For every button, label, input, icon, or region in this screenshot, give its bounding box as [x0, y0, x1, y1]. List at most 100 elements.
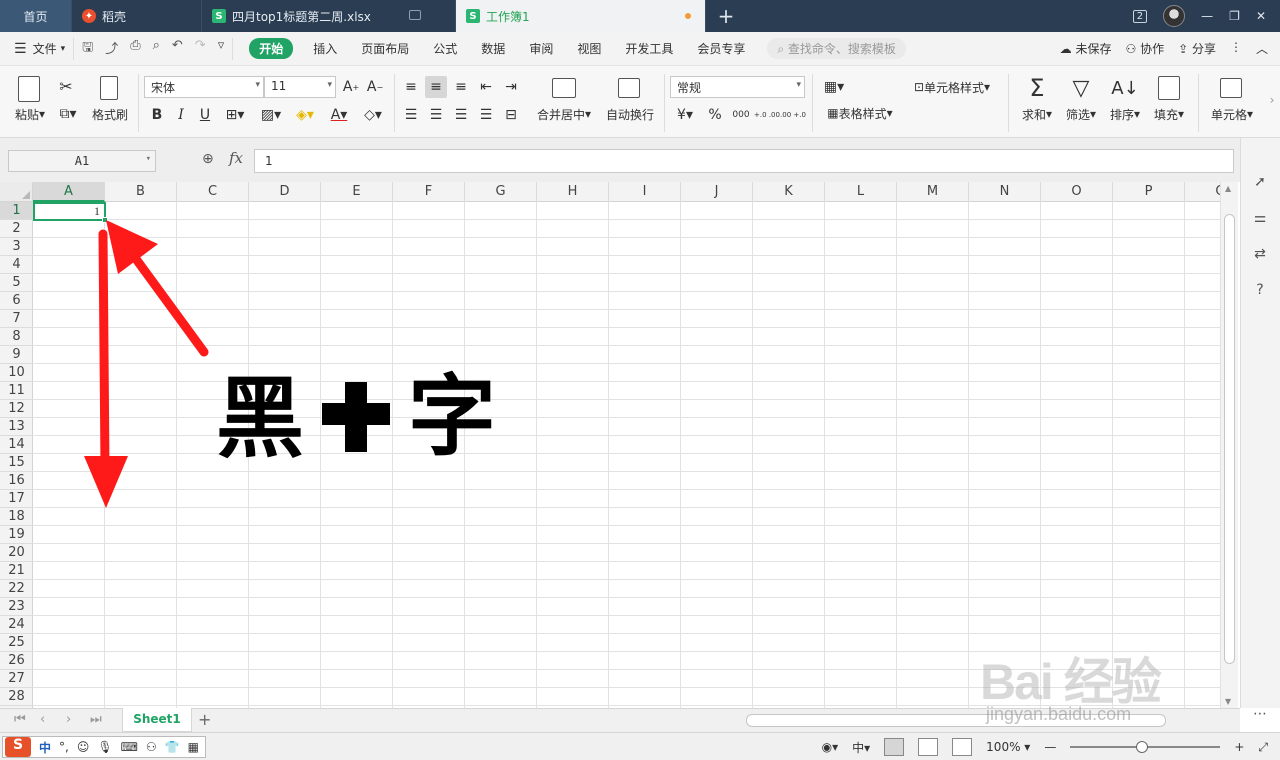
more-options-icon[interactable]: ⋯: [1250, 704, 1270, 724]
column-header-f[interactable]: F: [393, 182, 465, 202]
align-center-icon[interactable]: ☰: [425, 104, 447, 126]
prev-sheet-icon[interactable]: ‹: [40, 712, 45, 727]
align-bottom-icon[interactable]: ≡: [450, 76, 472, 98]
user-group-icon[interactable]: ⚇: [146, 740, 157, 754]
filter-button[interactable]: 筛选 ▾: [1060, 106, 1102, 122]
sheet-tab-sheet1[interactable]: Sheet1: [122, 708, 192, 732]
merge-center-icon[interactable]: [552, 78, 576, 98]
zoom-formula-icon[interactable]: ⊕: [202, 151, 214, 167]
decrease-indent-icon[interactable]: ⇤: [475, 76, 497, 98]
table-style-button[interactable]: ▦ 表格样式 ▾: [818, 104, 902, 122]
scroll-up-icon[interactable]: ▲: [1225, 184, 1231, 193]
hamburger-icon[interactable]: ☰: [14, 41, 27, 57]
column-header-i[interactable]: I: [609, 182, 681, 202]
row-header-4[interactable]: 4: [0, 256, 33, 274]
wrap-text-button[interactable]: 自动换行: [600, 106, 660, 122]
bold-button[interactable]: B: [146, 104, 168, 126]
row-header-10[interactable]: 10: [0, 364, 33, 382]
row-header-25[interactable]: 25: [0, 634, 33, 652]
fill-color-icon[interactable]: ◈▾: [290, 104, 320, 126]
sum-icon[interactable]: Σ: [1024, 74, 1050, 102]
minimize-icon[interactable]: —: [1201, 9, 1213, 23]
font-color-icon[interactable]: A▾: [324, 104, 354, 126]
format-painter-icon[interactable]: [100, 76, 118, 100]
row-header-14[interactable]: 14: [0, 436, 33, 454]
redo-icon[interactable]: ↷: [195, 38, 206, 60]
row-header-15[interactable]: 15: [0, 454, 33, 472]
column-header-k[interactable]: K: [753, 182, 825, 202]
row-header-27[interactable]: 27: [0, 670, 33, 688]
menu-view[interactable]: 视图: [565, 40, 613, 57]
column-header-l[interactable]: L: [825, 182, 897, 202]
row-header-16[interactable]: 16: [0, 472, 33, 490]
clear-format-icon[interactable]: ◇▾: [358, 104, 388, 126]
menu-start[interactable]: 开始: [249, 38, 294, 59]
menu-data[interactable]: 数据: [469, 40, 517, 57]
row-header-18[interactable]: 18: [0, 508, 33, 526]
first-sheet-icon[interactable]: ⏮: [14, 712, 26, 727]
fill-shape-icon[interactable]: ▨▾: [256, 104, 286, 126]
column-header-o[interactable]: O: [1041, 182, 1113, 202]
decrease-decimal-button[interactable]: .00 +.0: [780, 104, 806, 126]
screen-icon[interactable]: [409, 10, 421, 20]
cut-icon[interactable]: ✂: [56, 76, 76, 96]
column-header-p[interactable]: P: [1113, 182, 1185, 202]
close-icon[interactable]: ✕: [1256, 9, 1266, 23]
column-header-b[interactable]: B: [105, 182, 177, 202]
decrease-font-icon[interactable]: A −: [364, 76, 386, 98]
sort-button[interactable]: 排序 ▾: [1104, 106, 1146, 122]
more-icon[interactable]: ⋮: [1230, 40, 1242, 57]
zoom-slider[interactable]: [1070, 741, 1221, 753]
grid-tools-icon[interactable]: ▦: [188, 740, 199, 754]
fill-icon[interactable]: [1158, 76, 1180, 100]
align-left-icon[interactable]: ☰: [400, 104, 422, 126]
column-header-n[interactable]: N: [969, 182, 1041, 202]
paste-button[interactable]: 粘贴 ▾: [10, 106, 50, 122]
increase-font-icon[interactable]: A +: [340, 76, 362, 98]
window-count-badge[interactable]: 2: [1132, 9, 1148, 23]
tab-home[interactable]: 首页: [0, 0, 72, 32]
merge-center-button[interactable]: 合并居中 ▾: [530, 106, 598, 122]
row-header-20[interactable]: 20: [0, 544, 33, 562]
paste-icon[interactable]: [18, 76, 40, 102]
fullscreen-icon[interactable]: ⤢: [1258, 740, 1268, 755]
row-header-8[interactable]: 8: [0, 328, 33, 346]
tab-daoke[interactable]: ✦ 稻壳: [72, 0, 202, 32]
zoom-out-icon[interactable]: —: [1044, 740, 1056, 754]
row-header-23[interactable]: 23: [0, 598, 33, 616]
menu-member[interactable]: 会员专享: [685, 40, 757, 57]
row-header-17[interactable]: 17: [0, 490, 33, 508]
restore-icon[interactable]: ❐: [1229, 9, 1240, 23]
column-header-h[interactable]: H: [537, 182, 609, 202]
vertical-scrollbar[interactable]: ▲ ▼: [1220, 182, 1238, 708]
row-header-22[interactable]: 22: [0, 580, 33, 598]
horizontal-scrollbar[interactable]: [716, 714, 1216, 727]
horizontal-scroll-thumb[interactable]: [746, 714, 1166, 727]
select-all-corner[interactable]: [0, 182, 33, 202]
collab-button[interactable]: ⚇ 协作: [1126, 40, 1165, 57]
row-header-3[interactable]: 3: [0, 238, 33, 256]
row-header-11[interactable]: 11: [0, 382, 33, 400]
insert-function-button[interactable]: fx: [229, 149, 243, 167]
menu-page-layout[interactable]: 页面布局: [349, 40, 421, 57]
add-sheet-button[interactable]: +: [198, 710, 211, 729]
row-header-6[interactable]: 6: [0, 292, 33, 310]
export-icon[interactable]: ⤴: [105, 38, 118, 60]
font-name-select[interactable]: 宋体: [144, 76, 264, 98]
cells-button[interactable]: 单元格 ▾: [1204, 106, 1260, 122]
conditional-format-icon[interactable]: ▦▾: [820, 76, 848, 98]
eye-protection-icon[interactable]: ◉▾: [822, 740, 839, 754]
fill-handle[interactable]: [102, 217, 108, 223]
help-icon[interactable]: ?: [1250, 280, 1270, 300]
increase-decimal-button[interactable]: +.0 .00: [754, 104, 780, 126]
page-break-view-button[interactable]: [952, 738, 973, 756]
align-top-icon[interactable]: ≡: [400, 76, 422, 98]
name-box[interactable]: A1: [8, 150, 156, 172]
row-header-12[interactable]: 12: [0, 400, 33, 418]
tab-file-april[interactable]: S 四月top1标题第二周.xlsx: [202, 0, 456, 32]
sort-icon[interactable]: A↓: [1111, 74, 1138, 102]
collapse-ribbon-icon[interactable]: ︿: [1256, 40, 1268, 57]
menu-review[interactable]: 审阅: [517, 40, 565, 57]
scroll-down-icon[interactable]: ▼: [1225, 697, 1231, 706]
justify-icon[interactable]: ☰: [475, 104, 497, 126]
